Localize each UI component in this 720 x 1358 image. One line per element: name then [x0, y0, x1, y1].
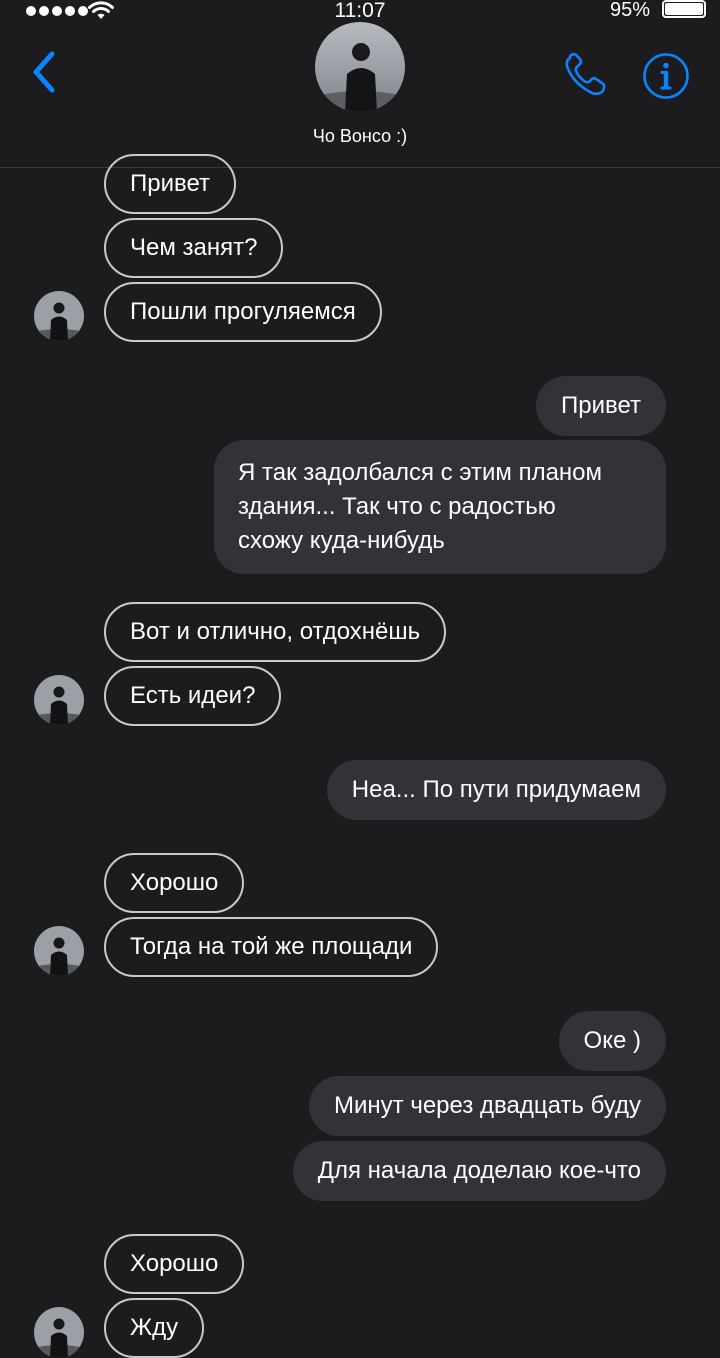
- contact-name[interactable]: Чо Вонсо :): [0, 126, 720, 147]
- sender-avatar[interactable]: [34, 675, 84, 725]
- battery-percent: 95%: [609, 0, 650, 21]
- outgoing-message[interactable]: Минут через двадцать буду: [309, 1076, 666, 1136]
- outgoing-message[interactable]: Для начала доделаю кое-что: [292, 1141, 666, 1201]
- status-bar: 11:07 95%: [0, 0, 720, 22]
- outgoing-message[interactable]: Я так задолбался с этим планом здания...…: [214, 440, 666, 574]
- incoming-message[interactable]: Пошли прогуляемся: [104, 282, 382, 342]
- info-icon[interactable]: [642, 52, 690, 100]
- outgoing-message[interactable]: Привет: [535, 376, 666, 436]
- sender-avatar[interactable]: [34, 1307, 84, 1358]
- contact-avatar[interactable]: [315, 22, 405, 112]
- conversation-header: Чо Вонсо :): [0, 22, 720, 168]
- message-line: схожу куда-нибудь: [238, 527, 445, 554]
- incoming-message[interactable]: Чем занят?: [104, 218, 284, 278]
- sender-avatar[interactable]: [34, 926, 84, 976]
- phone-call-icon[interactable]: [562, 52, 610, 98]
- incoming-message[interactable]: Тогда на той же площади: [104, 917, 439, 977]
- message-line: здания... Так что с радостью: [238, 493, 556, 520]
- back-chevron-icon[interactable]: [28, 50, 60, 94]
- outgoing-message[interactable]: Неа... По пути придумаем: [326, 760, 666, 820]
- incoming-message[interactable]: Вот и отлично, отдохнёшь: [104, 602, 447, 662]
- outgoing-message[interactable]: Оке ): [558, 1011, 666, 1071]
- sender-avatar[interactable]: [34, 291, 84, 341]
- incoming-message[interactable]: Жду: [104, 1298, 205, 1358]
- incoming-message[interactable]: Привет: [104, 154, 237, 214]
- incoming-message[interactable]: Есть идеи?: [104, 666, 282, 726]
- incoming-message[interactable]: Хорошо: [104, 1234, 245, 1294]
- message-line: Я так задолбался с этим планом: [238, 459, 603, 486]
- incoming-message[interactable]: Хорошо: [104, 853, 245, 913]
- battery-icon: [662, 0, 706, 18]
